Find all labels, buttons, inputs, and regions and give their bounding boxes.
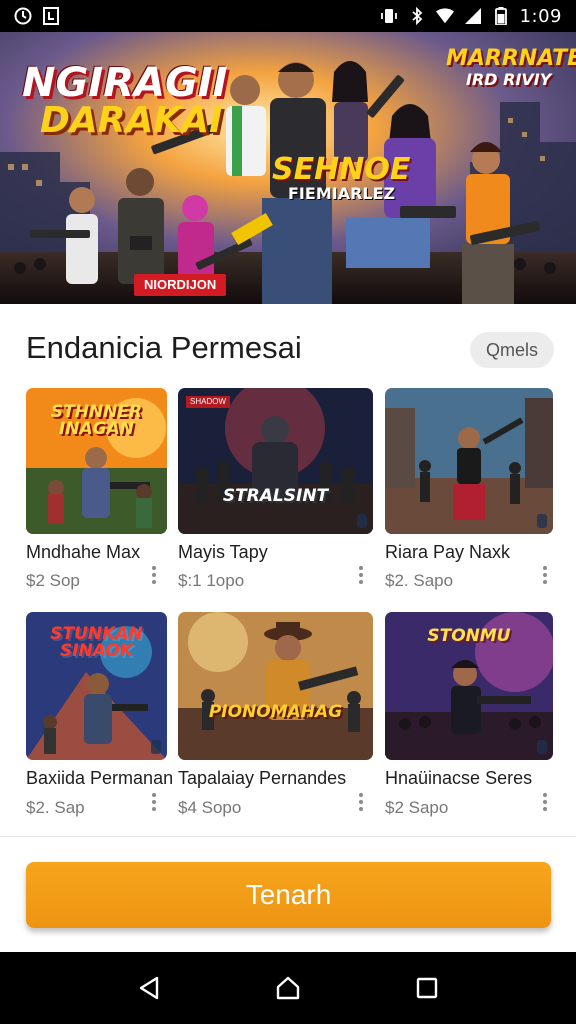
game-thumbnail[interactable] xyxy=(385,388,553,534)
game-price: $2. Sap xyxy=(26,798,85,817)
game-card[interactable]: PIONOMAHAG Tapalaiay Pernandes $4 Sopo xyxy=(178,612,373,817)
status-time: 1:09 xyxy=(519,5,562,27)
hero-title-line2: DARAKAI xyxy=(40,100,223,141)
section-title: Endanicia Permesai xyxy=(26,330,302,365)
game-art-title: STRALSINT xyxy=(222,486,329,506)
vibrate-icon xyxy=(380,7,398,25)
hero-subtitle-line2: IRD RIVIY xyxy=(466,70,552,89)
divider xyxy=(0,836,576,837)
wifi-icon xyxy=(435,7,454,25)
clock-icon xyxy=(14,7,32,25)
game-art-badge xyxy=(357,514,367,528)
more-button[interactable]: Qmels xyxy=(470,332,554,368)
more-options-icon[interactable] xyxy=(357,564,365,586)
game-art xyxy=(385,388,553,534)
game-name: Mndhahe Max xyxy=(26,542,141,562)
game-thumbnail[interactable]: SHADOW STRALSINT xyxy=(178,388,373,534)
primary-action-button[interactable]: Tenarh xyxy=(26,862,551,928)
status-bar: 1:09 xyxy=(0,0,576,32)
game-art xyxy=(178,388,373,534)
notification-icon xyxy=(42,7,60,25)
game-art-title: STUNKAN SINAOK xyxy=(50,624,143,661)
navigation-bar xyxy=(0,952,576,1024)
game-card[interactable]: STUNKAN SINAOK Baxiida Permanan $2. Sap xyxy=(26,612,173,817)
game-art-title: PIONOMAHAG xyxy=(208,702,343,722)
game-art-badge xyxy=(151,740,161,754)
game-art xyxy=(178,612,373,760)
game-thumbnail[interactable]: STUNKAN SINAOK xyxy=(26,612,167,760)
game-art-badge xyxy=(537,740,547,754)
more-options-icon[interactable] xyxy=(150,564,158,586)
home-icon[interactable] xyxy=(268,968,308,1008)
hero-subtitle-line1: MARRNATE xyxy=(446,46,576,71)
game-price: $:1 1opo xyxy=(178,571,245,590)
more-options-icon[interactable] xyxy=(541,564,549,586)
game-name: Tapalaiay Pernandes xyxy=(178,768,347,788)
game-name: Hnaüinacse Seres xyxy=(385,768,533,788)
more-options-icon[interactable] xyxy=(541,791,549,813)
more-options-icon[interactable] xyxy=(150,791,158,813)
more-options-icon[interactable] xyxy=(357,791,365,813)
game-card[interactable]: SHADOW STRALSINT Mayis Tapy $:1 1opo xyxy=(178,388,373,590)
game-card[interactable]: STHNNER INAGAN Mndhahe Max $2 Sop xyxy=(26,388,167,590)
game-price: $2 Sapo xyxy=(385,798,449,817)
signal-icon xyxy=(464,7,482,25)
hero-badge: NIORDIJON xyxy=(134,274,227,296)
game-price: $4 Sopo xyxy=(178,798,242,817)
game-art-title: STHNNER INAGAN xyxy=(50,402,143,439)
recents-icon[interactable] xyxy=(407,968,447,1008)
game-name: Mayis Tapy xyxy=(178,542,268,562)
game-thumbnail[interactable]: STONMU xyxy=(385,612,553,760)
section-header: Endanicia Permesai Qmels xyxy=(0,318,576,378)
game-art-title: STONMU xyxy=(427,626,511,646)
hero-banner[interactable]: NGIRAGII DARAKAI MARRNATE IRD RIVIY SEHN… xyxy=(0,32,576,304)
game-name: Riara Pay Naxk xyxy=(385,542,511,562)
game-card[interactable]: Riara Pay Naxk $2. Sapo xyxy=(385,388,553,590)
bluetooth-icon xyxy=(408,7,426,25)
game-price: $2 Sop xyxy=(26,571,80,590)
hero-center-title: SEHNOE xyxy=(272,152,411,187)
hero-center-subtitle: FIEMIARLEZ xyxy=(288,184,396,203)
game-card[interactable]: STONMU Hnaüinacse Seres $2 Sapo xyxy=(385,612,553,817)
game-thumbnail[interactable]: PIONOMAHAG xyxy=(178,612,373,760)
game-art-badge xyxy=(537,514,547,528)
game-price: $2. Sapo xyxy=(385,571,454,590)
back-icon[interactable] xyxy=(129,968,169,1008)
game-art-tag: SHADOW xyxy=(186,396,230,408)
game-name: Baxiida Permanan xyxy=(26,768,174,788)
game-thumbnail[interactable]: STHNNER INAGAN xyxy=(26,388,167,534)
battery-icon xyxy=(492,7,510,25)
